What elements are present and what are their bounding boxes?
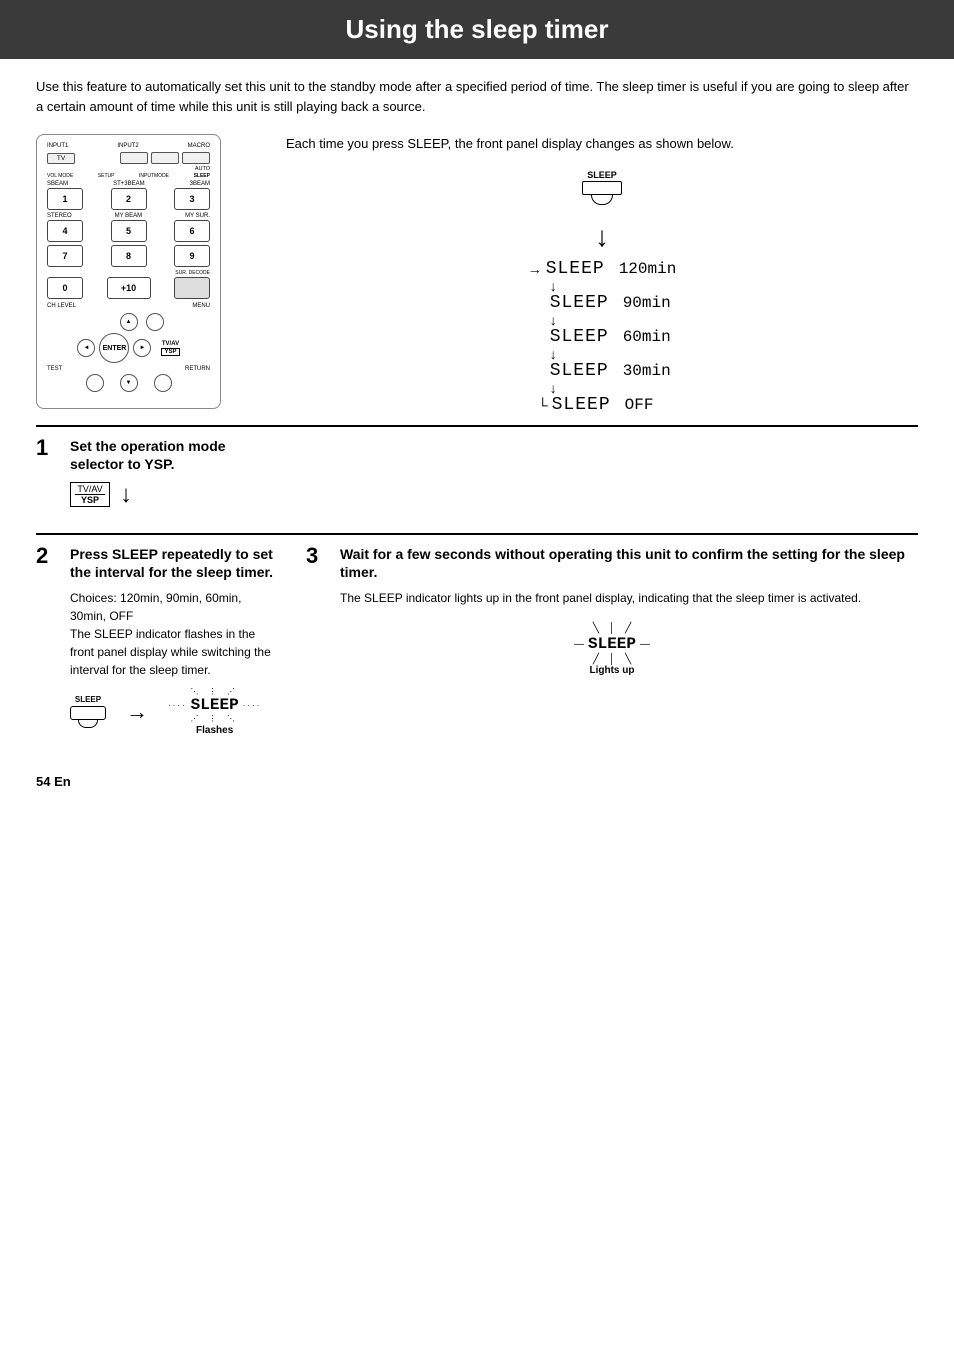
remote-down-btn[interactable]: ▼ [120, 374, 138, 392]
flash-arrow: → [126, 699, 148, 725]
remote-enter-btn[interactable]: ENTER [99, 333, 129, 363]
step-1-section: 1 Set the operation mode selector to YSP… [36, 425, 918, 517]
step3-body: The SLEEP indicator lights up in the fro… [340, 589, 918, 607]
remote-input1-label: INPUT1 [47, 143, 68, 149]
tv-av-selector-label: TV/AV [75, 484, 105, 494]
return-label: RETURN [185, 366, 210, 372]
remote-btn-9[interactable]: 9 [174, 245, 210, 267]
remote-btn-6[interactable]: 6 [174, 220, 210, 242]
sbeam-label: SBEAM [47, 181, 68, 187]
tv-av-text: TV/AV [162, 341, 179, 347]
selector-arrow-down: ↓ [120, 481, 132, 509]
sleep-90-label: SLEEP [550, 293, 609, 313]
remote-volmode-label: VOL MODE [47, 173, 73, 179]
remote-auto-label: AUTO [195, 166, 210, 172]
menu-label: MENU [192, 303, 210, 309]
remote-btn-7[interactable]: 7 [47, 245, 83, 267]
flash-display: ⋱ ⋮ ⋰ ···· SLEEP ···· ⋰ ⋮ ⋱ Flashes [168, 687, 261, 736]
step1-title: Set the operation mode selector to YSP. [70, 437, 276, 473]
remote-test-btn[interactable] [86, 374, 104, 392]
sleep-flash-illustration: SLEEP → ⋱ ⋮ ⋰ ···· SLEEP ···· ⋰ ⋮ ⋱ Fl [70, 687, 276, 736]
remote-btn-1[interactable]: 1 [47, 188, 83, 210]
remote-return-btn[interactable] [154, 374, 172, 392]
remote-btn-4[interactable]: 4 [47, 220, 83, 242]
right-intro-text: Each time you press SLEEP, the front pan… [286, 134, 918, 154]
arrow-down-from-button: ↓ [595, 221, 609, 253]
st3beam-label: ST+3BEAM [113, 181, 145, 187]
3beam-label: 3BEAM [190, 181, 210, 187]
sleep-btn-img: SLEEP [70, 695, 106, 728]
mysur-label: MY SUR. [185, 213, 210, 219]
sleep-button-diagram-top: SLEEP [582, 170, 622, 205]
remote-menu-btn[interactable] [146, 313, 164, 331]
page-number: 54 En [36, 774, 918, 789]
step2-body: Choices: 120min, 90min, 60min, 30min, OF… [70, 589, 276, 679]
surdecode-label: SUR. DECODE [175, 270, 210, 276]
lights-sleep-text: SLEEP [588, 635, 636, 653]
remote-right-btn[interactable]: ► [133, 339, 151, 357]
remote-left-btn[interactable]: ◄ [77, 339, 95, 357]
remote-inputmode-label: INPUTMODE [139, 173, 169, 179]
sleep-30-time: 30min [623, 362, 671, 380]
title-text: Using the sleep timer [346, 14, 609, 44]
sleep-30-label: SLEEP [550, 361, 609, 381]
sleep-60-label: SLEEP [550, 327, 609, 347]
remote-btn-blank[interactable] [174, 277, 210, 299]
ysp-selector-label: YSP [75, 494, 105, 505]
stereo-label: STEREO [47, 213, 72, 219]
remote-btn-2[interactable]: 2 [111, 188, 147, 210]
step3-title: Wait for a few seconds without operating… [340, 545, 918, 581]
step2-title: Press SLEEP repeatedly to set the interv… [70, 545, 276, 581]
ysp-btn-remote[interactable]: YSP [161, 348, 179, 356]
sleep-off-label: SLEEP [552, 395, 611, 415]
sleep-120-label: SLEEP [546, 259, 605, 279]
lights-up-label: Lights up [590, 665, 635, 676]
flashes-label: Flashes [196, 725, 233, 736]
page-number-text: 54 En [36, 774, 71, 789]
sleep-sequence-diagram: → SLEEP 120min ↓ SLEEP 90min ↓ SLEEP 60m… [528, 259, 677, 415]
remote-blank2 [151, 152, 179, 164]
remote-setup-label: SETUP [98, 173, 115, 179]
test-label: TEST [47, 366, 62, 372]
page-title: Using the sleep timer [0, 0, 954, 59]
step1-number: 1 [36, 435, 60, 461]
lights-up-illustration: ╲│╱ — SLEEP — ╱│╲ Lights up [306, 623, 918, 676]
step2-number: 2 [36, 543, 60, 569]
sleep-120-time: 120min [619, 260, 677, 278]
intro-paragraph: Use this feature to automatically set th… [36, 77, 918, 116]
remote-tv-btn: TV [47, 153, 75, 164]
remote-blank3 [182, 152, 210, 164]
sleep-60-time: 60min [623, 328, 671, 346]
remote-btn-3[interactable]: 3 [174, 188, 210, 210]
remote-illustration: INPUT1 INPUT2 MACRO TV AUTO [36, 134, 221, 409]
remote-up-btn[interactable]: ▲ [120, 313, 138, 331]
ysp-selector-illustration: TV/AV YSP ↓ [70, 481, 276, 509]
chlevel-label: CH LEVEL [47, 303, 76, 309]
remote-input2-label: INPUT2 [117, 143, 138, 149]
remote-sleep-label: SLEEP [194, 173, 210, 179]
remote-btn-plus10[interactable]: +10 [107, 277, 151, 299]
remote-macro-label: MACRO [188, 143, 210, 149]
remote-btn-0[interactable]: 0 [47, 277, 83, 299]
mybeam-label: MY BEAM [115, 213, 143, 219]
remote-btn-8[interactable]: 8 [111, 245, 147, 267]
step-2-section: 2 Press SLEEP repeatedly to set the inte… [36, 533, 918, 744]
remote-btn-5[interactable]: 5 [111, 220, 147, 242]
sleep-off-time: OFF [625, 396, 654, 414]
remote-blank1 [120, 152, 148, 164]
step3-number: 3 [306, 543, 330, 569]
sleep-90-time: 90min [623, 294, 671, 312]
